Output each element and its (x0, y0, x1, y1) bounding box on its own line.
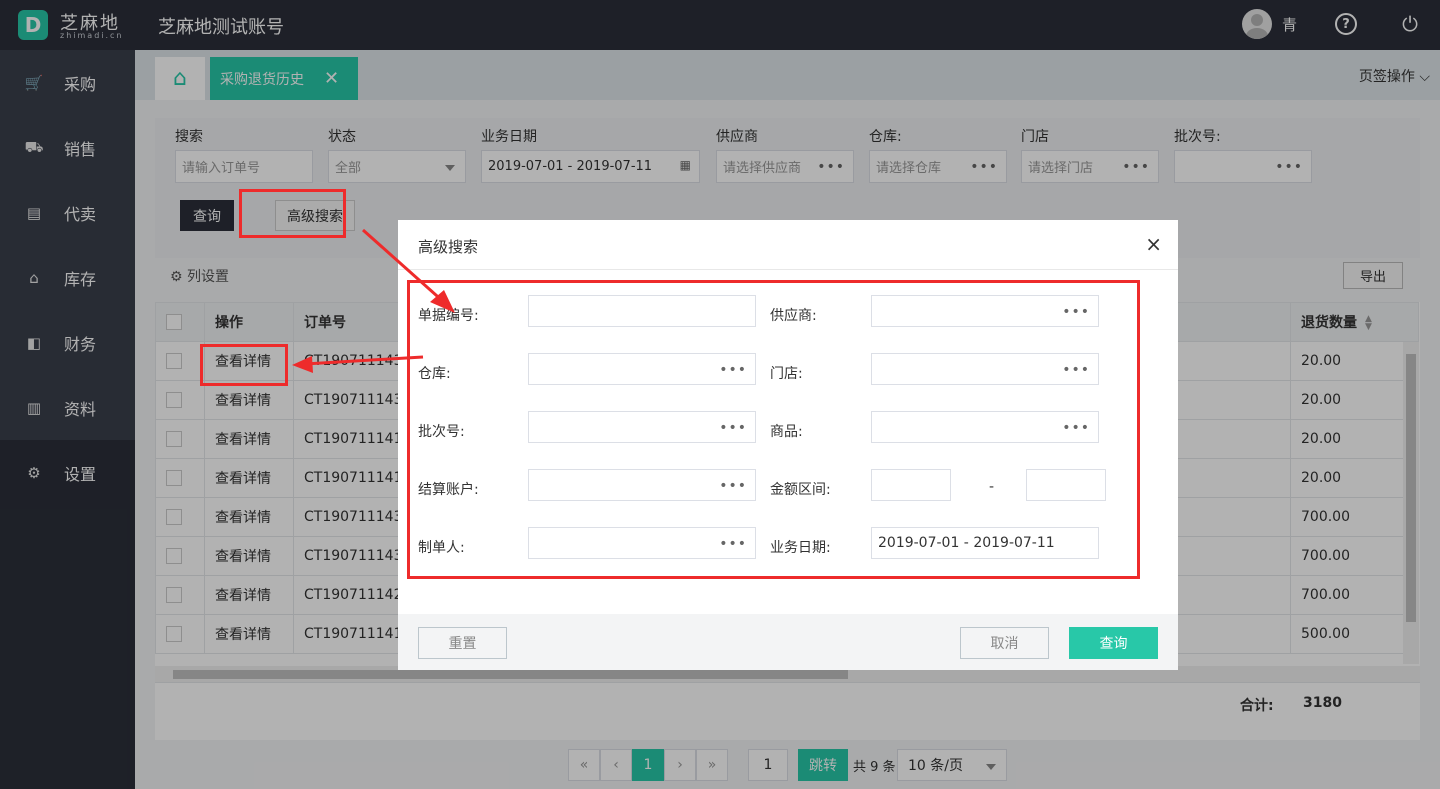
modal-header: 高级搜索 × (398, 220, 1178, 270)
highlight-advanced-search (239, 189, 346, 238)
highlight-modal-fields (407, 280, 1140, 579)
cancel-button[interactable]: 取消 (960, 627, 1049, 659)
close-icon[interactable]: × (1145, 232, 1162, 256)
reset-button[interactable]: 重置 (418, 627, 507, 659)
highlight-view-detail (200, 344, 288, 386)
modal-title: 高级搜索 (418, 238, 479, 256)
modal-footer: 重置 取消 查询 (398, 614, 1178, 670)
modal-query-button[interactable]: 查询 (1069, 627, 1158, 659)
